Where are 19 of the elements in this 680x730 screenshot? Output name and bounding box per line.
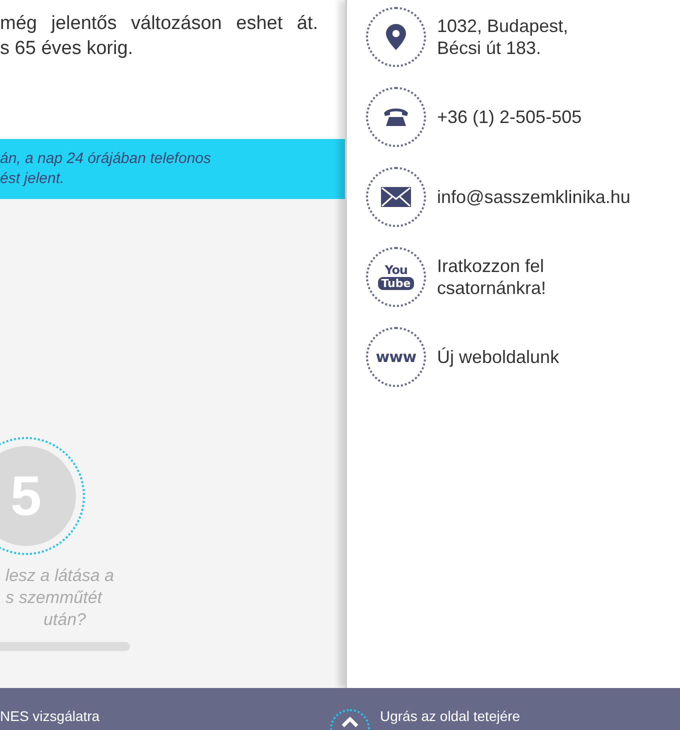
body-text: még jelentős változáson eshet át. [0,12,318,36]
body-text: s 65 éves korig. [0,37,134,61]
footer-link[interactable]: NES vizsgálatra [0,706,330,727]
contact-link[interactable]: info@sasszemklinika.hu [437,186,630,208]
banner-text: ést jelent. [0,169,66,189]
phone-icon [383,107,409,127]
scroll-top-link[interactable]: Ugrás az oldal tetejére [380,706,520,727]
banner-text: án, a nap 24 órájában telefonos [0,149,212,169]
step-caption: után? [43,609,86,631]
step-caption: lesz a látása a [5,565,114,587]
web-icon: www [376,346,416,368]
contact-link[interactable]: +36 (1) 2-505-505 [437,106,582,128]
chevron-up-icon [341,717,359,728]
contact-link[interactable]: Iratkozzon fel csatornánkra! [437,255,546,299]
envelope-icon [381,187,411,207]
contact-link[interactable]: Új weboldalunk [437,346,560,368]
step-caption: s szemműtét [6,587,102,609]
contact-link[interactable]: 1032, Budapest, Bécsi út 183. [437,15,568,59]
location-pin-icon [386,24,406,50]
